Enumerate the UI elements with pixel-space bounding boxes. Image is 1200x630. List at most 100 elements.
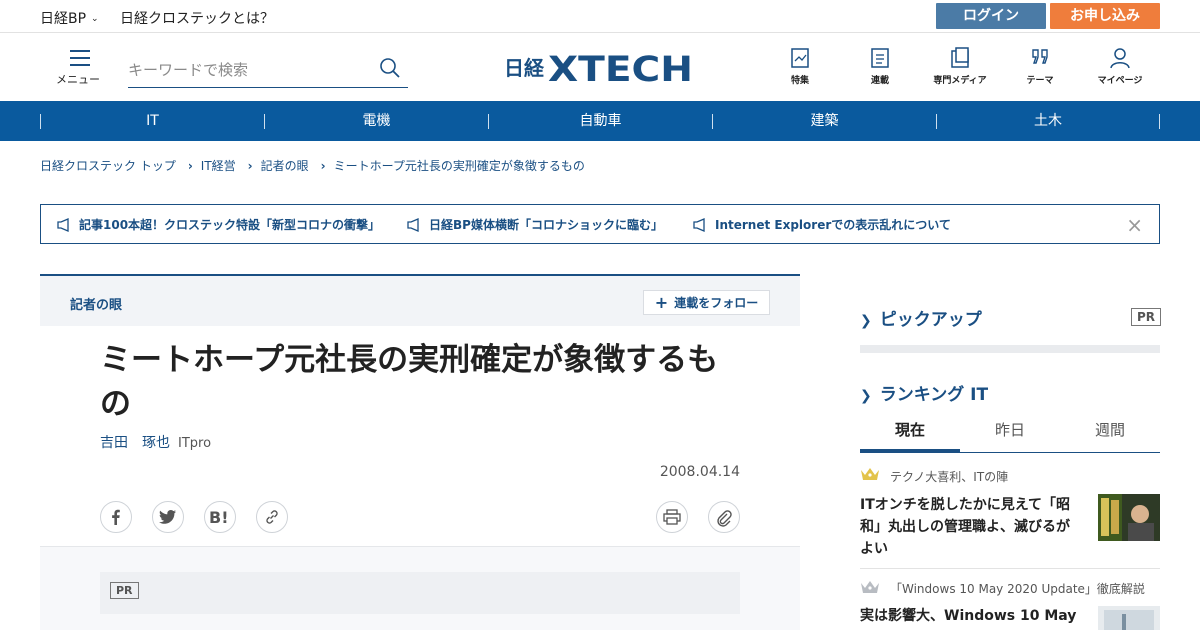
chevron-right-icon: › bbox=[187, 159, 193, 173]
twitter-share-button[interactable] bbox=[152, 501, 184, 533]
chevron-right-icon: ❯ bbox=[860, 313, 872, 329]
source-label: ITpro bbox=[178, 436, 212, 451]
pickup-heading[interactable]: ❯ ピックアップ bbox=[860, 305, 982, 330]
print-button[interactable] bbox=[656, 501, 688, 533]
apply-button[interactable]: お申し込み bbox=[1050, 3, 1160, 29]
breadcrumb-series[interactable]: 記者の眼 bbox=[261, 159, 309, 173]
article-title: ミートホープ元社長の実刑確定が象徴するもの bbox=[100, 342, 719, 422]
category-architecture[interactable]: 建築 bbox=[713, 101, 936, 141]
twitter-icon bbox=[159, 510, 176, 524]
ranking-tab-now[interactable]: 現在 bbox=[860, 412, 960, 452]
hatena-bookmark-button[interactable]: B! bbox=[204, 501, 236, 533]
category-automotive[interactable]: 自動車 bbox=[489, 101, 712, 141]
logo-prefix-text: 日経 bbox=[504, 56, 545, 80]
notice-item[interactable]: 日経BP媒体横断「コロナショックに臨む」 bbox=[407, 216, 663, 233]
breadcrumb-current[interactable]: ミートホープ元社長の実刑確定が象徴するもの bbox=[334, 159, 585, 173]
notice-text: 日経BP媒体横断「コロナショックに臨む」 bbox=[429, 218, 663, 232]
clip-icon bbox=[717, 510, 732, 527]
about-link[interactable]: 日経クロステックとは？ bbox=[120, 8, 274, 28]
series-icon bbox=[871, 48, 889, 68]
article-series-header: 記者の眼 + 連載をフォロー bbox=[40, 274, 800, 326]
category-civil-engineering[interactable]: 土木 bbox=[937, 101, 1159, 141]
feature-nav[interactable]: 特集 bbox=[768, 47, 832, 86]
search-input[interactable] bbox=[128, 52, 408, 88]
category-separator bbox=[1159, 114, 1160, 129]
pr-ad-box[interactable]: PR bbox=[100, 572, 740, 614]
megaphone-icon bbox=[57, 218, 69, 232]
hamburger-icon-line bbox=[70, 57, 90, 59]
theme-nav[interactable]: テーマ bbox=[1008, 47, 1072, 86]
media-nav[interactable]: 専門メディア bbox=[928, 47, 992, 86]
ranking-heading[interactable]: ❯ ランキング IT bbox=[860, 380, 988, 405]
category-electronics[interactable]: 電機 bbox=[265, 101, 488, 141]
crown-silver-icon bbox=[861, 581, 879, 593]
ranking-thumbnail[interactable] bbox=[1098, 494, 1160, 541]
notice-bar: 記事100本超！クロステック特設「新型コロナの衝撃」 日経BP媒体横断「コロナシ… bbox=[40, 204, 1160, 244]
ranking-tab-weekly[interactable]: 週間 bbox=[1060, 412, 1160, 452]
ranking-title[interactable]: 実は影響大、Windows 10 May bbox=[860, 605, 1080, 627]
megaphone-icon bbox=[407, 218, 419, 232]
theme-icon bbox=[1032, 49, 1048, 64]
chevron-down-icon: ⌄ bbox=[91, 14, 99, 24]
series-label: 連載 bbox=[870, 76, 889, 86]
byline: 吉田 琢也 ITpro bbox=[100, 432, 211, 452]
search-icon[interactable] bbox=[378, 56, 402, 80]
nikkei-bp-menu[interactable]: 日経BP ⌄ bbox=[40, 8, 99, 28]
category-bar: IT 電機 自動車 建築 土木 bbox=[0, 101, 1200, 141]
chevron-right-icon: › bbox=[247, 159, 253, 173]
hamburger-icon-line bbox=[70, 64, 90, 66]
theme-label: テーマ bbox=[1026, 76, 1054, 86]
media-icon bbox=[951, 47, 969, 68]
notice-item[interactable]: Internet Explorerでの表示乱れについて bbox=[693, 216, 951, 233]
article-card: 記者の眼 + 連載をフォロー ミートホープ元社長の実刑確定が象徴するもの 吉田 琢… bbox=[40, 274, 800, 630]
media-label: 専門メディア bbox=[933, 76, 987, 86]
chevron-right-icon: › bbox=[320, 159, 326, 173]
notice-text: 記事100本超！クロステック特設「新型コロナの衝撃」 bbox=[79, 218, 381, 232]
feature-label: 特集 bbox=[790, 76, 809, 86]
breadcrumb-home[interactable]: 日経クロステック トップ bbox=[40, 159, 176, 173]
ranking-heading-text: ランキング IT bbox=[879, 385, 989, 405]
clip-button[interactable] bbox=[708, 501, 740, 533]
breadcrumb: 日経クロステック トップ › IT経営 › 記者の眼 › ミートホープ元社長の実刑確定が象徴… bbox=[40, 157, 585, 174]
ranking-thumbnail[interactable] bbox=[1098, 606, 1160, 630]
print-icon bbox=[663, 509, 681, 525]
close-icon[interactable]: × bbox=[1126, 213, 1143, 237]
pickup-heading-text: ピックアップ bbox=[879, 310, 982, 330]
publish-date: 2008.04.14 bbox=[659, 464, 740, 480]
copy-link-button[interactable] bbox=[256, 501, 288, 533]
breadcrumb-it-management[interactable]: IT経営 bbox=[201, 159, 236, 173]
nikkei-xtech-logo[interactable]: 日経 XTECH bbox=[504, 48, 696, 90]
hamburger-icon bbox=[70, 50, 90, 52]
ranking-tab-yesterday[interactable]: 昨日 bbox=[960, 412, 1060, 452]
category-it[interactable]: IT bbox=[41, 101, 264, 141]
mypage-nav[interactable]: マイページ bbox=[1088, 47, 1152, 86]
mypage-label: マイページ bbox=[1097, 76, 1143, 86]
ranking-series[interactable]: テクノ大喜利、ITの陣 bbox=[890, 468, 1008, 485]
ranking-tab-underline bbox=[860, 452, 1160, 453]
follow-label: 連載をフォロー bbox=[674, 296, 759, 310]
ranking-series[interactable]: 「Windows 10 May 2020 Update」徹底解説 bbox=[890, 580, 1145, 597]
nikkei-bp-label: 日経BP bbox=[40, 11, 87, 27]
pr-badge: PR bbox=[110, 582, 139, 599]
notice-text: Internet Explorerでの表示乱れについて bbox=[715, 218, 951, 232]
hatena-bookmark-icon: B! bbox=[209, 508, 229, 527]
top-utility-bar: 日経BP ⌄ 日経クロステックとは？ ログイン お申し込み bbox=[0, 0, 1200, 33]
notice-item[interactable]: 記事100本超！クロステック特設「新型コロナの衝撃」 bbox=[57, 216, 380, 233]
plus-icon: + bbox=[654, 293, 669, 312]
pickup-placeholder bbox=[860, 345, 1160, 353]
pickup-pr-badge: PR bbox=[1131, 308, 1162, 326]
follow-series-button[interactable]: + 連載をフォロー bbox=[643, 290, 770, 315]
megaphone-icon bbox=[693, 218, 705, 232]
menu-label: メニュー bbox=[56, 73, 100, 86]
ranking-title[interactable]: ITオンチを脱したかに見えて「昭和」丸出しの管理職よ、滅びるがよい bbox=[860, 494, 1080, 560]
login-button[interactable]: ログイン bbox=[936, 3, 1046, 29]
series-nav[interactable]: 連載 bbox=[848, 47, 912, 86]
ranking-separator bbox=[860, 568, 1160, 569]
user-icon bbox=[1110, 48, 1130, 69]
svg-text:B!: B! bbox=[209, 509, 229, 525]
series-name[interactable]: 記者の眼 bbox=[70, 294, 122, 313]
menu-button[interactable]: メニュー bbox=[56, 50, 100, 90]
author-link[interactable]: 吉田 琢也 bbox=[100, 435, 170, 451]
logo-main-text: XTECH bbox=[548, 50, 693, 86]
facebook-share-button[interactable] bbox=[100, 501, 132, 533]
